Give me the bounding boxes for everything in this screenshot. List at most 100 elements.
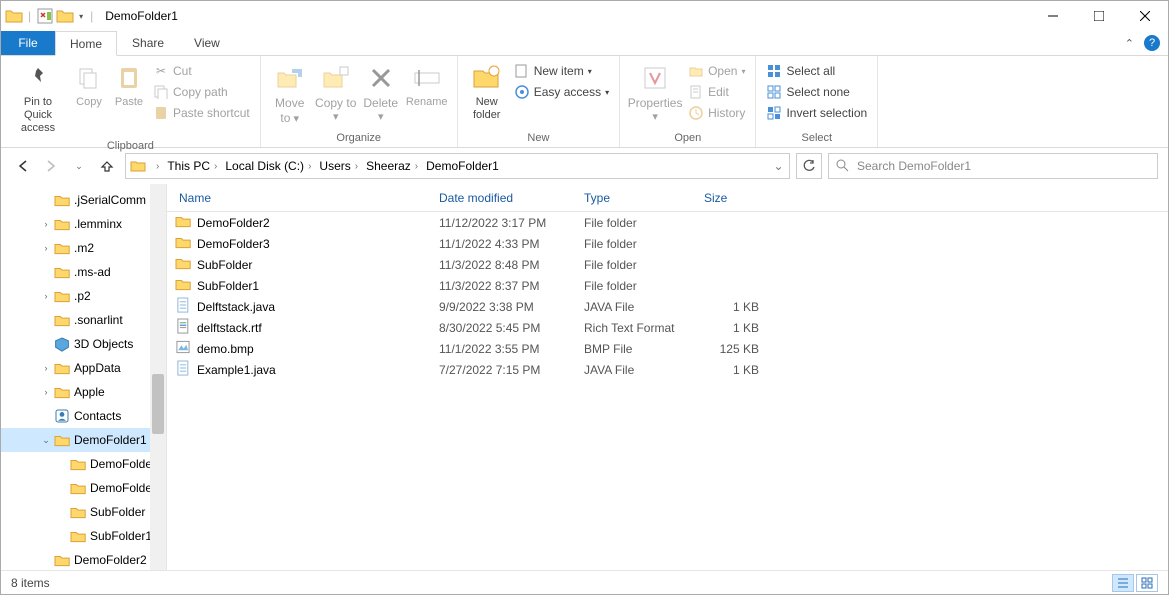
tree-item[interactable]: .jSerialComm bbox=[1, 188, 166, 212]
tree-item[interactable]: ›.lemminx bbox=[1, 212, 166, 236]
new-folder-button[interactable]: New folder bbox=[464, 60, 510, 124]
column-size[interactable]: Size bbox=[692, 191, 767, 205]
folder-icon[interactable] bbox=[56, 7, 74, 25]
collapse-ribbon-icon[interactable]: ⌃ bbox=[1125, 37, 1134, 50]
file-row[interactable]: SubFolder11/3/2022 8:48 PMFile folder bbox=[167, 254, 1168, 275]
help-icon[interactable]: ? bbox=[1144, 35, 1160, 51]
tab-file[interactable]: File bbox=[1, 31, 55, 55]
new-item-button[interactable]: New item ▾ bbox=[510, 62, 613, 80]
history-button[interactable]: History bbox=[684, 104, 749, 122]
edit-button[interactable]: Edit bbox=[684, 83, 749, 101]
ribbon-group-organize: Move to ▾ Copy to ▾ Delete▾ Rename Organ… bbox=[261, 56, 458, 147]
contacts-icon bbox=[53, 407, 71, 425]
column-date[interactable]: Date modified bbox=[427, 191, 572, 205]
column-type[interactable]: Type bbox=[572, 191, 692, 205]
close-button[interactable] bbox=[1122, 1, 1168, 31]
chevron-right-icon[interactable]: › bbox=[411, 161, 422, 172]
ribbon-tabs: File Home Share View ⌃ ? bbox=[1, 31, 1168, 56]
qat-dropdown-icon[interactable]: ▾ bbox=[76, 12, 86, 21]
tree-item[interactable]: 3D Objects bbox=[1, 332, 166, 356]
invert-selection-button[interactable]: Invert selection bbox=[762, 104, 871, 122]
tree-item[interactable]: .sonarlint bbox=[1, 308, 166, 332]
file-row[interactable]: DemoFolder211/12/2022 3:17 PMFile folder bbox=[167, 212, 1168, 233]
breadcrumb[interactable]: Sheeraz› bbox=[364, 159, 424, 173]
breadcrumb[interactable]: Users› bbox=[317, 159, 364, 173]
tree-item[interactable]: DemoFolder2 bbox=[1, 452, 166, 476]
paste-button[interactable]: Paste bbox=[109, 60, 149, 111]
expand-icon[interactable]: › bbox=[39, 243, 53, 253]
tree-item[interactable]: SubFolder1 bbox=[1, 524, 166, 548]
expand-icon[interactable]: ⌄ bbox=[39, 435, 53, 446]
recent-dropdown[interactable]: ⌄ bbox=[67, 154, 91, 178]
file-row[interactable]: Example1.java7/27/2022 7:15 PMJAVA File1… bbox=[167, 359, 1168, 380]
tree-item[interactable]: SubFolder bbox=[1, 500, 166, 524]
tab-home[interactable]: Home bbox=[55, 31, 117, 56]
paste-shortcut-button[interactable]: Paste shortcut bbox=[149, 104, 254, 122]
large-icons-view-button[interactable] bbox=[1136, 574, 1158, 592]
expand-icon[interactable]: › bbox=[39, 387, 53, 397]
up-button[interactable] bbox=[95, 154, 119, 178]
search-box[interactable]: Search DemoFolder1 bbox=[828, 153, 1158, 179]
file-row[interactable]: delftstack.rtf8/30/2022 5:45 PMRich Text… bbox=[167, 317, 1168, 338]
tree-item[interactable]: Contacts bbox=[1, 404, 166, 428]
tree-item[interactable]: .ms-ad bbox=[1, 260, 166, 284]
cut-button[interactable]: ✂Cut bbox=[149, 62, 254, 80]
breadcrumb[interactable]: Local Disk (C:)› bbox=[223, 159, 317, 173]
pin-quick-access-button[interactable]: Pin to Quick access bbox=[7, 60, 69, 138]
delete-button[interactable]: Delete▾ bbox=[359, 60, 403, 126]
address-dropdown[interactable]: ⌄ bbox=[767, 159, 789, 173]
breadcrumb[interactable]: DemoFolder1 bbox=[424, 159, 501, 173]
properties-button[interactable]: Properties▾ bbox=[626, 60, 684, 126]
copy-to-button[interactable]: Copy to ▾ bbox=[313, 60, 359, 126]
copy-path-button[interactable]: Copy path bbox=[149, 83, 254, 101]
tree-item[interactable]: ›AppData bbox=[1, 356, 166, 380]
select-none-button[interactable]: Select none bbox=[762, 83, 871, 101]
maximize-button[interactable] bbox=[1076, 1, 1122, 31]
file-row[interactable]: DemoFolder311/1/2022 4:33 PMFile folder bbox=[167, 233, 1168, 254]
minimize-button[interactable] bbox=[1030, 1, 1076, 31]
select-all-button[interactable]: Select all bbox=[762, 62, 871, 80]
column-name[interactable]: Name bbox=[167, 191, 427, 205]
tree-item[interactable]: DemoFolder2 bbox=[1, 548, 166, 570]
select-none-icon bbox=[766, 84, 782, 100]
file-size: 1 KB bbox=[692, 321, 767, 335]
chevron-right-icon[interactable]: › bbox=[304, 161, 315, 172]
expand-icon[interactable]: › bbox=[39, 291, 53, 301]
tab-share[interactable]: Share bbox=[117, 31, 179, 55]
chevron-right-icon[interactable]: › bbox=[210, 161, 221, 172]
file-row[interactable]: SubFolder111/3/2022 8:37 PMFile folder bbox=[167, 275, 1168, 296]
file-date: 11/1/2022 4:33 PM bbox=[427, 237, 572, 251]
tree-item[interactable]: ›.p2 bbox=[1, 284, 166, 308]
qat-divider: | bbox=[25, 9, 34, 23]
chevron-right-icon[interactable]: › bbox=[152, 161, 163, 172]
properties-icon[interactable] bbox=[36, 7, 54, 25]
open-button[interactable]: Open ▾ bbox=[684, 62, 749, 80]
refresh-button[interactable] bbox=[796, 153, 822, 179]
nav-tree[interactable]: .jSerialComm›.lemminx›.m2.ms-ad›.p2 .sona… bbox=[1, 184, 167, 570]
address-bar[interactable]: › This PC› Local Disk (C:)› Users› Sheer… bbox=[125, 153, 790, 179]
breadcrumb[interactable]: This PC› bbox=[165, 159, 223, 173]
rename-button[interactable]: Rename bbox=[403, 60, 451, 111]
file-row[interactable]: demo.bmp11/1/2022 3:55 PMBMP File125 KB bbox=[167, 338, 1168, 359]
back-button[interactable] bbox=[11, 154, 35, 178]
delete-icon bbox=[365, 62, 397, 94]
chevron-right-icon[interactable]: › bbox=[351, 161, 362, 172]
easy-access-button[interactable]: Easy access ▾ bbox=[510, 83, 613, 101]
folder-icon bbox=[175, 234, 191, 253]
history-icon bbox=[688, 105, 704, 121]
tree-item[interactable]: ⌄DemoFolder1 bbox=[1, 428, 166, 452]
tree-item[interactable]: DemoFolder3 bbox=[1, 476, 166, 500]
tree-scrollbar[interactable] bbox=[150, 184, 166, 570]
expand-icon[interactable]: › bbox=[39, 219, 53, 229]
expand-icon[interactable]: › bbox=[39, 363, 53, 373]
details-view-button[interactable] bbox=[1112, 574, 1134, 592]
folder-icon bbox=[69, 455, 87, 473]
forward-button[interactable] bbox=[39, 154, 63, 178]
tree-item[interactable]: ›.m2 bbox=[1, 236, 166, 260]
tree-item[interactable]: ›Apple bbox=[1, 380, 166, 404]
tab-view[interactable]: View bbox=[179, 31, 235, 55]
copy-button[interactable]: Copy bbox=[69, 60, 109, 111]
move-to-button[interactable]: Move to ▾ bbox=[267, 60, 313, 128]
tree-item-label: .sonarlint bbox=[74, 313, 123, 327]
file-row[interactable]: Delftstack.java9/9/2022 3:38 PMJAVA File… bbox=[167, 296, 1168, 317]
